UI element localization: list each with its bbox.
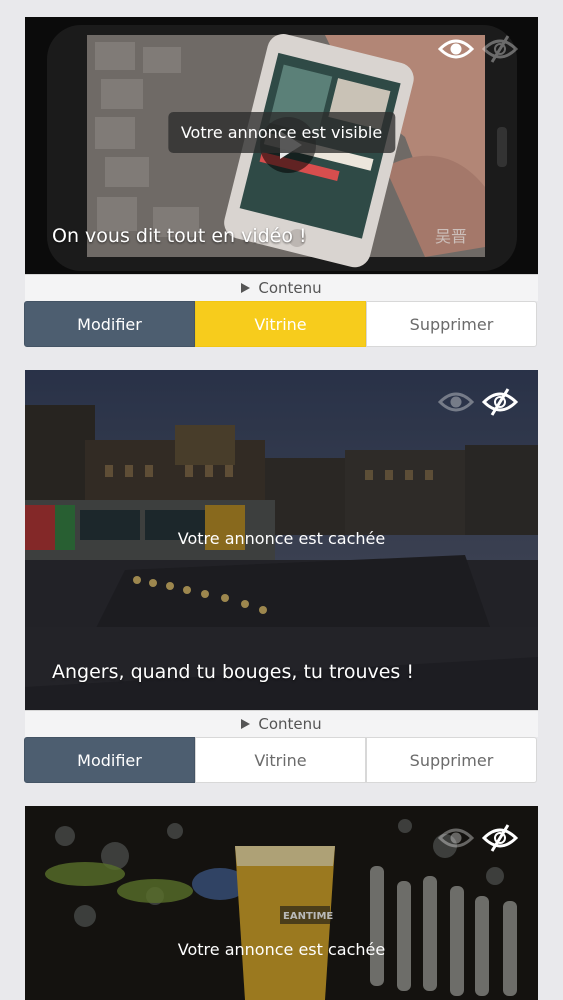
listing-card: 吴晋 Votre annonce est visible On vous dit… <box>25 17 538 301</box>
eye-slash-icon[interactable] <box>482 388 518 416</box>
status-label: Votre annonce est cachée <box>177 940 386 959</box>
content-expander[interactable]: Contenu <box>25 710 538 737</box>
listing-image[interactable]: Votre annonce est cachée <box>25 370 538 627</box>
eye-icon[interactable] <box>438 388 474 416</box>
modify-button[interactable]: Modifier <box>24 737 195 783</box>
triangle-right-icon <box>241 283 251 293</box>
vitrine-button[interactable]: Vitrine <box>195 301 366 347</box>
content-expander[interactable]: Contenu <box>25 274 538 301</box>
visibility-toggle <box>438 388 518 416</box>
listing-title: Angers, quand tu bouges, tu trouves ! <box>52 661 414 683</box>
eye-icon[interactable] <box>438 824 474 852</box>
listing-actions: Modifier Vitrine Supprimer <box>24 301 537 347</box>
status-label: Votre annonce est visible <box>167 112 396 153</box>
listing-card: Votre annonce est cachée <box>25 370 538 627</box>
listing-title: On vous dit tout en vidéo ! <box>52 225 307 247</box>
svg-text:吴晋: 吴晋 <box>435 227 467 246</box>
modify-button[interactable]: Modifier <box>24 301 195 347</box>
listing-image[interactable]: 吴晋 Votre annonce est visible On vous dit… <box>25 17 538 274</box>
listing-card: EANTIME Votre annonce est cachée <box>25 806 538 1000</box>
content-label: Contenu <box>258 715 322 733</box>
eye-icon[interactable] <box>438 35 474 63</box>
listing-actions: Modifier Vitrine Supprimer <box>24 737 537 783</box>
delete-button[interactable]: Supprimer <box>366 301 537 347</box>
listing-image-lower: Angers, quand tu bouges, tu trouves ! <box>25 627 538 710</box>
status-label: Votre annonce est cachée <box>177 529 386 548</box>
vitrine-button[interactable]: Vitrine <box>195 737 366 783</box>
visibility-toggle <box>438 824 518 852</box>
visibility-toggle <box>438 35 518 63</box>
triangle-right-icon <box>241 719 251 729</box>
content-label: Contenu <box>258 279 322 297</box>
listing-image[interactable]: EANTIME Votre annonce est cachée <box>25 806 538 1000</box>
eye-slash-icon[interactable] <box>482 824 518 852</box>
eye-slash-icon[interactable] <box>482 35 518 63</box>
delete-button[interactable]: Supprimer <box>366 737 537 783</box>
